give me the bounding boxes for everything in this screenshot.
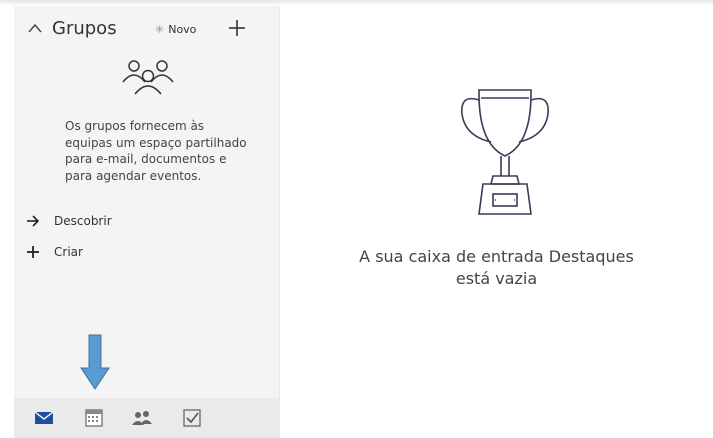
create-link[interactable]: Criar: [26, 242, 83, 262]
arrow-right-icon: [27, 215, 40, 227]
groups-icon: [122, 60, 174, 95]
star-icon: ✳: [155, 23, 165, 36]
tasks-icon[interactable]: [180, 406, 204, 430]
groups-sidebar: Grupos ✳ Novo Os grupos fornecem às equip…: [14, 6, 280, 438]
bottom-nav-bar: [14, 398, 280, 438]
calendar-icon[interactable]: [82, 406, 106, 430]
new-badge-label: Novo: [168, 23, 197, 36]
empty-inbox-message: A sua caixa de entrada Destaques está va…: [280, 246, 713, 290]
empty-message-line-2: está vazia: [455, 269, 538, 288]
description-line: equipas um espaço partilhado: [65, 135, 247, 150]
main-content: A sua caixa de entrada Destaques está va…: [280, 6, 713, 438]
mail-icon[interactable]: [32, 406, 56, 430]
plus-icon: [27, 246, 39, 258]
groups-title: Grupos: [52, 18, 117, 39]
new-badge[interactable]: ✳ Novo: [155, 23, 196, 36]
description-line: Os grupos fornecem às: [65, 119, 205, 133]
chevron-up-icon[interactable]: [26, 20, 44, 36]
description-line: para e-mail, documentos e: [65, 152, 227, 166]
trophy-icon: [461, 89, 549, 215]
create-label: Criar: [54, 245, 83, 259]
groups-description: Os grupos fornecem às equipas um espaço …: [65, 118, 280, 184]
down-arrow-indicator: [80, 334, 110, 390]
people-icon[interactable]: [130, 406, 154, 430]
empty-message-line-1: A sua caixa de entrada Destaques: [359, 247, 634, 266]
description-line: para agendar eventos.: [65, 168, 202, 183]
discover-link[interactable]: Descobrir: [26, 211, 112, 231]
add-group-button[interactable]: [226, 17, 248, 39]
discover-label: Descobrir: [54, 214, 112, 228]
groups-header: Grupos ✳ Novo: [14, 16, 280, 44]
